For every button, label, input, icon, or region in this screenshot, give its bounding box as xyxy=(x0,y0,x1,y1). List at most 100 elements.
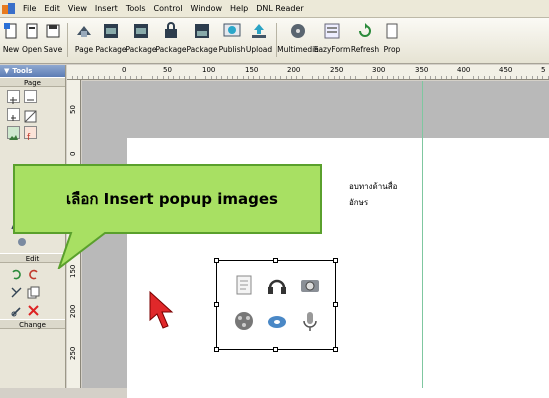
ruler-tick: 0 xyxy=(69,151,77,156)
properties-button[interactable]: Prop xyxy=(381,22,403,54)
ruler-tick: 400 xyxy=(457,66,471,74)
add-page-tool-icon[interactable] xyxy=(7,90,20,104)
popup-thumb[interactable] xyxy=(262,269,292,301)
package-icon xyxy=(102,22,120,40)
page-layout-tool-icon[interactable] xyxy=(24,108,37,123)
menu-insert[interactable]: Insert xyxy=(91,4,122,13)
resize-handle[interactable] xyxy=(333,258,338,263)
ruler-tick: 150 xyxy=(245,66,259,74)
resize-handle[interactable] xyxy=(273,347,278,352)
save-button[interactable]: Save xyxy=(43,22,63,54)
ruler-tick: 50 xyxy=(163,66,172,74)
refresh-button[interactable]: Refresh xyxy=(349,22,381,54)
disc-icon xyxy=(268,315,286,328)
refresh-icon xyxy=(356,22,374,40)
page-text-line-1: อบทางด้านสื่อ xyxy=(349,182,398,191)
popup-images-object[interactable] xyxy=(214,258,338,352)
tools-panel-header[interactable]: ▼ Tools xyxy=(0,65,65,77)
ruler-tick: 100 xyxy=(202,66,216,74)
publish-label: Publish xyxy=(218,45,246,54)
change-section-label: Change xyxy=(0,319,65,329)
upload-button[interactable]: Upload xyxy=(246,22,272,54)
publish-icon xyxy=(223,22,241,40)
tools-panel-title: Tools xyxy=(12,67,33,75)
package-button-1[interactable]: Package xyxy=(95,22,127,54)
resize-handle[interactable] xyxy=(333,302,338,307)
multimedia-button[interactable]: Multimedia xyxy=(277,22,319,54)
svg-text:f: f xyxy=(27,133,31,142)
menu-tools[interactable]: Tools xyxy=(122,4,150,13)
flash-tool-icon[interactable]: f xyxy=(24,126,37,143)
menu-help[interactable]: Help xyxy=(226,4,252,13)
eazyform-icon xyxy=(323,22,341,40)
package-label-1: Package xyxy=(95,45,127,54)
microphone-icon xyxy=(303,311,317,331)
horizontal-ruler: 0 50 100 150 200 250 300 350 400 450 5 xyxy=(67,65,549,80)
film-reel-icon xyxy=(235,311,253,330)
package-icon xyxy=(132,22,150,40)
package-button-2[interactable]: Package xyxy=(125,22,157,54)
delete-icon[interactable] xyxy=(27,302,40,316)
package-button-4[interactable]: Package xyxy=(186,22,218,54)
publish-button[interactable]: Publish xyxy=(218,22,246,54)
properties-label: Prop xyxy=(383,45,401,54)
paste-icon[interactable] xyxy=(10,302,23,317)
menu-window[interactable]: Window xyxy=(186,4,226,13)
package-icon xyxy=(193,22,211,40)
mouse-cursor-icon xyxy=(147,289,177,333)
new-button[interactable]: New xyxy=(1,22,21,54)
cut-icon[interactable] xyxy=(10,284,23,298)
upload-label: Upload xyxy=(245,45,273,54)
main-toolbar: New Open Save Page Package Package Packa… xyxy=(0,18,549,64)
menu-dnl-reader[interactable]: DNL Reader xyxy=(252,4,307,13)
eazyform-button[interactable]: EazyForm xyxy=(313,22,351,54)
refresh-label: Refresh xyxy=(350,45,380,54)
ruler-tick: 450 xyxy=(499,66,513,74)
document-icon xyxy=(236,275,252,294)
insert-page-tool-icon[interactable] xyxy=(7,108,20,121)
package-button-3[interactable]: Package xyxy=(155,22,187,54)
resize-handle[interactable] xyxy=(214,347,219,352)
guide-line[interactable] xyxy=(422,81,423,388)
popup-thumb[interactable] xyxy=(295,269,325,301)
page-text-line-2: อักษร xyxy=(349,198,369,207)
menu-control[interactable]: Control xyxy=(150,4,187,13)
open-button[interactable]: Open xyxy=(21,22,43,54)
package-lock-icon xyxy=(162,22,180,40)
properties-icon xyxy=(383,22,401,40)
open-icon xyxy=(23,22,41,40)
resize-handle[interactable] xyxy=(214,302,219,307)
package-label-3: Package xyxy=(155,45,187,54)
popup-thumb[interactable] xyxy=(295,305,325,337)
ruler-tick: 200 xyxy=(69,304,77,318)
menu-bar: File Edit View Insert Tools Control Wind… xyxy=(0,0,549,18)
instruction-callout: เลือก Insert popup images xyxy=(13,164,323,269)
ruler-tick: 50 xyxy=(69,105,77,114)
ruler-tick: 5 xyxy=(541,66,546,74)
popup-thumb[interactable] xyxy=(229,305,259,337)
menu-view[interactable]: View xyxy=(64,4,91,13)
camera-icon xyxy=(301,279,319,292)
ruler-tick: 350 xyxy=(415,66,429,74)
remove-page-tool-icon[interactable] xyxy=(24,90,37,103)
open-label: Open xyxy=(21,45,43,54)
popup-image-grid xyxy=(229,269,325,337)
copy-icon[interactable] xyxy=(27,284,40,299)
resize-handle[interactable] xyxy=(333,347,338,352)
menu-file[interactable]: File xyxy=(19,4,40,13)
save-icon xyxy=(44,22,62,40)
ruler-tick: 0 xyxy=(122,66,127,74)
collapse-icon: ▼ xyxy=(4,67,10,75)
toolbar-separator xyxy=(67,23,68,57)
menu-edit[interactable]: Edit xyxy=(40,4,64,13)
image-tool-icon[interactable] xyxy=(7,126,20,140)
save-label: Save xyxy=(43,45,63,54)
page-label: Page xyxy=(74,45,94,54)
popup-thumb[interactable] xyxy=(262,305,292,337)
page-icon xyxy=(75,22,93,40)
page-button[interactable]: Page xyxy=(72,22,96,54)
eazyform-label: EazyForm xyxy=(313,45,351,54)
ruler-tick: 200 xyxy=(287,66,301,74)
popup-thumb[interactable] xyxy=(229,269,259,301)
ruler-tick: 300 xyxy=(372,66,386,74)
